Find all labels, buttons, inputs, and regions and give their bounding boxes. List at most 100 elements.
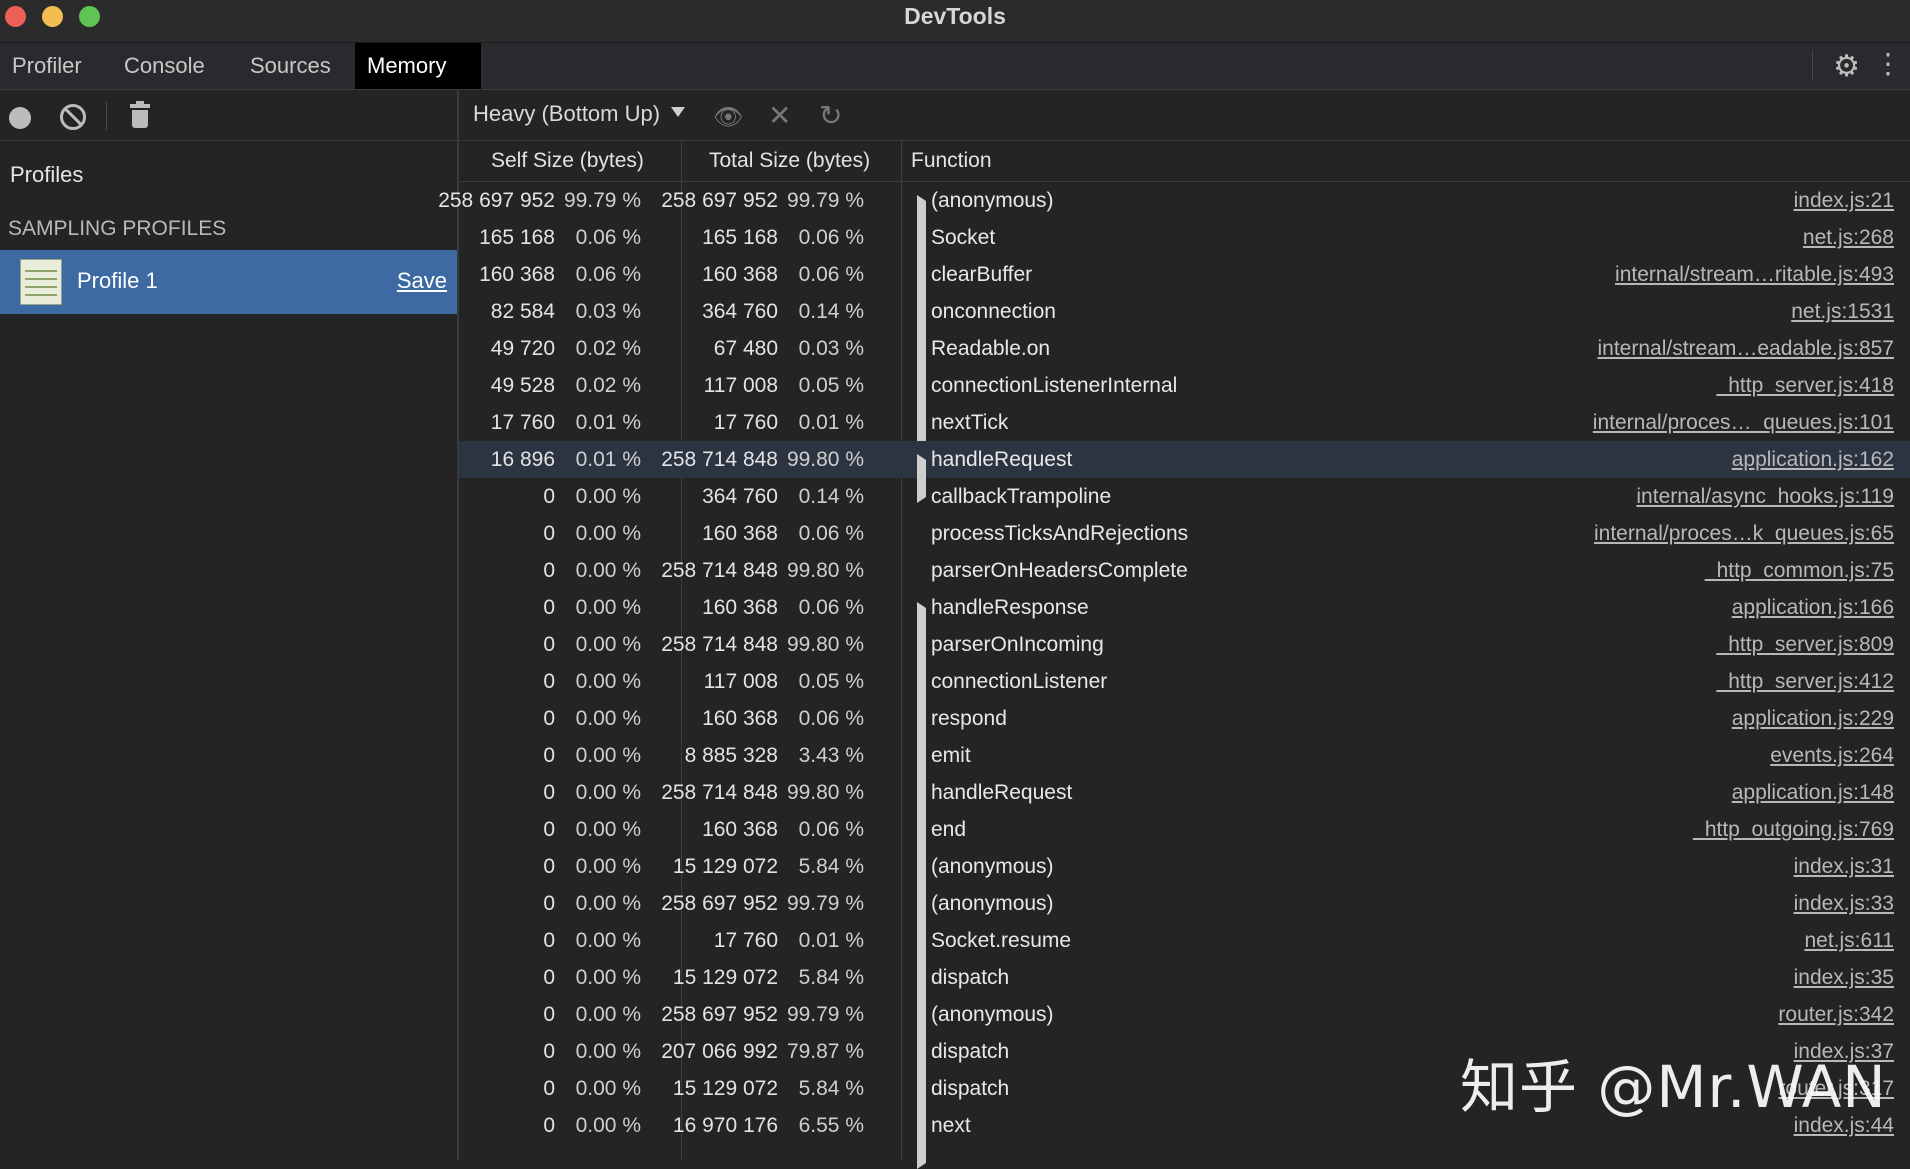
table-row[interactable]: 49 720 0.02 % 67 480 0.03 % Readable.on inter… <box>459 330 1910 392</box>
self-percent-cell: 0.00 % <box>575 855 641 878</box>
tab-console[interactable]: Console <box>112 43 227 89</box>
self-size-cell: 0 <box>543 670 555 693</box>
table-row[interactable]: 0 0.00 % 15 129 072 5.84 % dispatch index.js:… <box>459 959 1910 1021</box>
source-link[interactable]: router.js:342 <box>1778 996 1894 1033</box>
tab-sources[interactable]: Sources <box>238 43 353 89</box>
focus-eye-icon[interactable]: 👁 <box>713 103 743 132</box>
self-size-cell: 0 <box>543 596 555 619</box>
source-link[interactable]: application.js:162 <box>1732 441 1894 478</box>
function-name-cell: connectionListenerInternal <box>931 374 1178 397</box>
table-row[interactable]: 0 0.00 % 258 697 952 99.79 % (anonymous) rout… <box>459 996 1910 1058</box>
clear-all-profiles-icon[interactable] <box>60 104 86 130</box>
source-link[interactable]: _http_server.js:418 <box>1717 367 1894 404</box>
source-link[interactable]: application.js:229 <box>1732 700 1894 737</box>
function-name-cell: Readable.on <box>931 337 1051 360</box>
settings-gear-icon[interactable]: ⚙ <box>1833 49 1860 84</box>
self-size-column-header[interactable]: Self Size (bytes) <box>491 141 644 181</box>
view-mode-select[interactable]: Heavy (Bottom Up) <box>473 101 660 127</box>
source-link[interactable]: index.js:35 <box>1794 959 1894 996</box>
expand-triangle-icon[interactable] <box>917 1120 926 1169</box>
total-size-cell: 160 368 <box>702 596 778 619</box>
total-size-cell: 160 368 <box>702 522 778 545</box>
self-size-cell: 0 <box>543 559 555 582</box>
table-row[interactable]: 0 0.00 % 364 760 0.14 % callbackTrampoline in… <box>459 478 1910 515</box>
record-button-icon[interactable] <box>9 107 31 129</box>
restore-reload-icon[interactable]: ↻ <box>819 99 842 132</box>
source-link[interactable]: internal/stream…ritable.js:493 <box>1615 256 1894 293</box>
table-row[interactable]: 258 697 952 99.79 % 258 697 952 99.79 % (ano… <box>438 182 1910 244</box>
table-row[interactable]: 0 0.00 % 258 697 952 99.79 % (anonymous) inde… <box>459 885 1910 947</box>
total-percent-cell: 99.79 % <box>786 892 864 915</box>
total-percent-cell: 99.80 % <box>786 781 864 804</box>
total-percent-cell: 0.05 % <box>798 670 864 693</box>
total-size-cell: 8 885 328 <box>684 744 778 767</box>
table-row[interactable]: 16 896 0.01 % 258 714 848 99.80 % handleRequ… <box>459 441 1910 503</box>
table-row[interactable]: 160 368 0.06 % 160 368 0.06 % clearBuffer int… <box>459 256 1910 318</box>
more-options-icon[interactable]: ⋮ <box>1874 47 1902 80</box>
total-size-cell: 258 714 848 <box>661 448 778 471</box>
self-size-cell: 49 720 <box>490 337 555 360</box>
source-link[interactable]: index.js:33 <box>1794 885 1894 922</box>
source-link[interactable]: _http_outgoing.js:769 <box>1693 811 1894 848</box>
source-link[interactable]: index.js:31 <box>1794 848 1894 885</box>
table-row[interactable]: 0 0.00 % 8 885 328 3.43 % emit events.js:264 <box>459 737 1910 799</box>
profile-name: Profile 1 <box>77 268 158 293</box>
source-link[interactable]: internal/stream…eadable.js:857 <box>1597 330 1894 367</box>
total-percent-cell: 99.79 % <box>786 1003 864 1026</box>
table-row[interactable]: 0 0.00 % 17 760 0.01 % Socket.resume net.js:6… <box>459 922 1910 984</box>
self-size-cell: 0 <box>543 781 555 804</box>
source-link[interactable]: application.js:166 <box>1732 589 1894 626</box>
source-link[interactable]: net.js:611 <box>1804 922 1894 959</box>
table-row[interactable]: 165 168 0.06 % 165 168 0.06 % Socket net.js:2… <box>459 219 1910 281</box>
source-link[interactable]: internal/proces…k_queues.js:65 <box>1594 515 1894 552</box>
exclude-x-icon[interactable]: ✕ <box>768 99 791 132</box>
total-percent-cell: 6.55 % <box>798 1114 864 1137</box>
save-profile-link[interactable]: Save <box>397 268 447 294</box>
table-row[interactable]: 17 760 0.01 % 17 760 0.01 % nextTick internal… <box>459 404 1910 466</box>
source-link[interactable]: internal/async_hooks.js:119 <box>1636 478 1894 515</box>
self-percent-cell: 0.00 % <box>575 892 641 915</box>
self-size-cell: 49 528 <box>490 374 555 397</box>
self-size-cell: 0 <box>543 855 555 878</box>
source-link[interactable]: _http_common.js:75 <box>1705 552 1894 589</box>
function-name-cell: clearBuffer <box>931 263 1033 286</box>
source-link[interactable]: net.js:1531 <box>1791 293 1894 330</box>
source-link[interactable]: _http_server.js:412 <box>1717 663 1894 700</box>
table-row[interactable]: 0 0.00 % 160 368 0.06 % processTicksAndRejec… <box>459 515 1910 552</box>
self-size-cell: 165 168 <box>479 226 555 249</box>
function-name-cell: (anonymous) <box>931 189 1054 212</box>
table-row[interactable]: 49 528 0.02 % 117 008 0.05 % connectionListe… <box>459 367 1910 429</box>
dropdown-arrow-icon[interactable] <box>671 107 685 117</box>
source-link[interactable]: application.js:148 <box>1732 774 1894 811</box>
total-size-cell: 165 168 <box>702 226 778 249</box>
table-row[interactable]: 0 0.00 % 160 368 0.06 % respond application.j… <box>459 700 1910 762</box>
total-percent-cell: 0.06 % <box>798 707 864 730</box>
tab-memory[interactable]: Memory <box>355 43 481 89</box>
total-percent-cell: 99.80 % <box>786 448 864 471</box>
collect-garbage-trash-icon[interactable] <box>130 101 150 128</box>
total-size-cell: 160 368 <box>702 263 778 286</box>
source-link[interactable]: internal/proces…_queues.js:101 <box>1593 404 1894 441</box>
self-percent-cell: 0.00 % <box>575 633 641 656</box>
profile-item-1[interactable]: Profile 1 Save <box>0 250 457 314</box>
table-row[interactable]: 0 0.00 % 258 714 848 99.80 % parserOnHeaders… <box>459 552 1910 589</box>
self-percent-cell: 0.00 % <box>575 485 641 508</box>
tab-profiler[interactable]: Profiler <box>0 43 104 89</box>
table-row[interactable]: 82 584 0.03 % 364 760 0.14 % onconnection net… <box>459 293 1910 355</box>
self-size-cell: 0 <box>543 1077 555 1100</box>
table-row[interactable]: 0 0.00 % 117 008 0.05 % connectionListener _h… <box>459 663 1910 725</box>
table-row[interactable]: 0 0.00 % 15 129 072 5.84 % (anonymous) index.… <box>459 848 1910 910</box>
source-link[interactable]: net.js:268 <box>1803 219 1894 256</box>
total-size-column-header[interactable]: Total Size (bytes) <box>709 141 870 181</box>
self-size-cell: 0 <box>543 966 555 989</box>
table-row[interactable]: 0 0.00 % 160 368 0.06 % end _http_outgoing.js… <box>459 811 1910 873</box>
self-percent-cell: 0.00 % <box>575 929 641 952</box>
table-row[interactable]: 0 0.00 % 258 714 848 99.80 % handleRequest ap… <box>459 774 1910 836</box>
source-link[interactable]: events.js:264 <box>1770 737 1894 774</box>
function-column-header[interactable]: Function <box>911 141 992 181</box>
source-link[interactable]: index.js:21 <box>1794 182 1894 219</box>
source-link[interactable]: _http_server.js:809 <box>1717 626 1894 663</box>
table-row[interactable]: 0 0.00 % 160 368 0.06 % handleResponse applic… <box>459 589 1910 651</box>
table-row[interactable]: 0 0.00 % 258 714 848 99.80 % parserOnIncomin… <box>459 626 1910 688</box>
self-percent-cell: 0.00 % <box>575 1003 641 1026</box>
